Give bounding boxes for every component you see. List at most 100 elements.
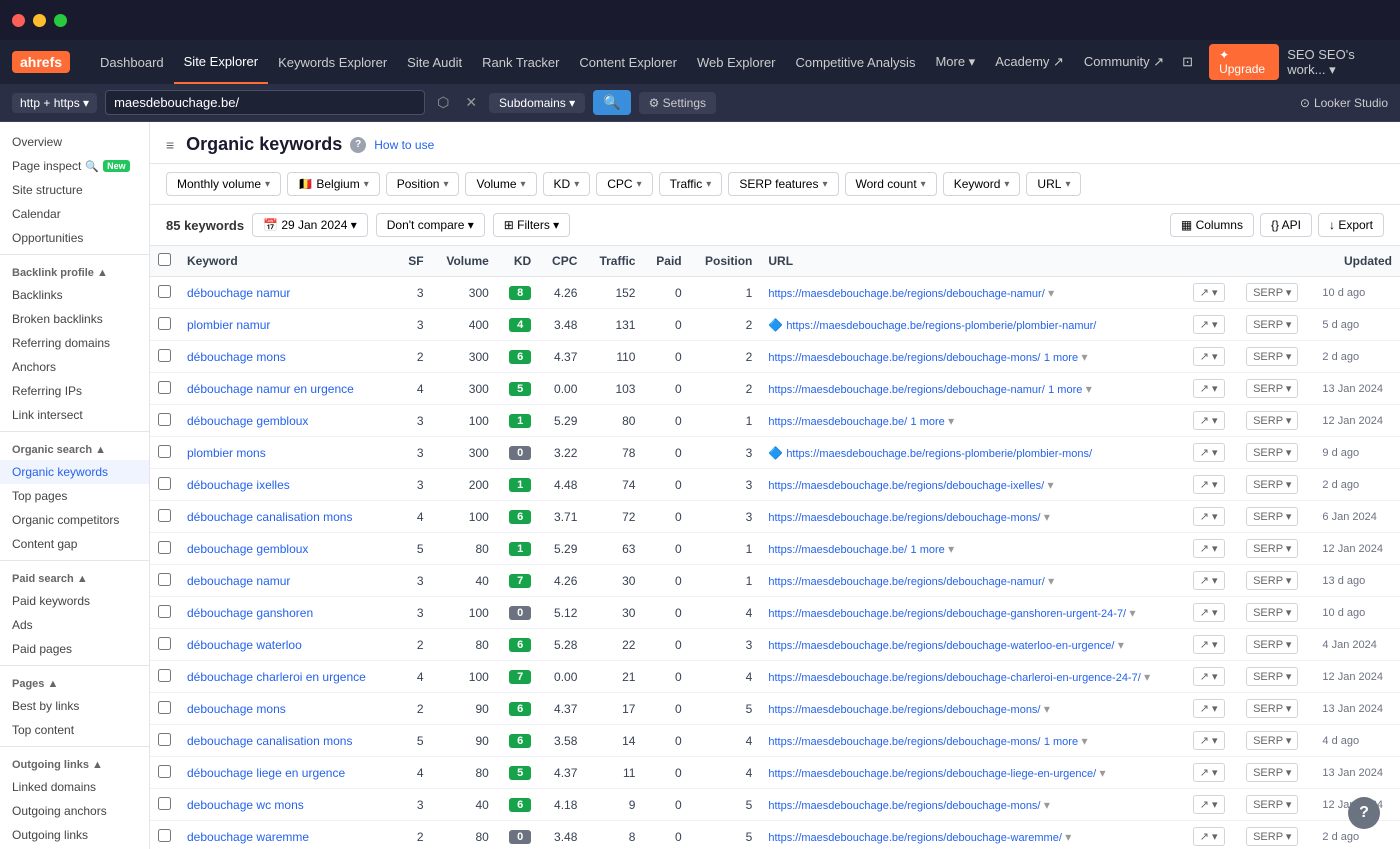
columns-button[interactable]: ▦ Columns <box>1170 213 1254 237</box>
serp-cell[interactable]: SERP ▾ <box>1238 757 1314 789</box>
trend-button[interactable]: ↗ ▾ <box>1193 539 1225 558</box>
row-checkbox[interactable] <box>158 701 171 714</box>
url-dropdown-icon[interactable]: ▾ <box>1048 478 1054 492</box>
row-checkbox-cell[interactable] <box>150 309 179 341</box>
nav-web-explorer[interactable]: Web Explorer <box>687 40 786 84</box>
keyword-cell[interactable]: debouchage namur <box>179 565 397 597</box>
sidebar-item-best-by-links[interactable]: Best by links <box>0 694 149 718</box>
url-dropdown-icon[interactable]: ▾ <box>1144 670 1150 684</box>
keyword-cell[interactable]: débouchage namur <box>179 277 397 309</box>
keyword-cell[interactable]: débouchage namur en urgence <box>179 373 397 405</box>
serp-button[interactable]: SERP ▾ <box>1246 603 1298 622</box>
row-checkbox[interactable] <box>158 541 171 554</box>
serp-cell[interactable]: SERP ▾ <box>1238 469 1314 501</box>
screen-icon[interactable]: ⊡ <box>1174 50 1201 74</box>
url-link[interactable]: https://maesdebouchage.be/regions/debouc… <box>768 672 1140 684</box>
api-button[interactable]: {} API <box>1260 213 1312 237</box>
serp-cell[interactable]: SERP ▾ <box>1238 277 1314 309</box>
serp-cell[interactable]: SERP ▾ <box>1238 661 1314 693</box>
row-checkbox[interactable] <box>158 573 171 586</box>
header-traffic[interactable]: Traffic <box>585 246 643 277</box>
url-link[interactable]: https://maesdebouchage.be/ <box>768 416 907 428</box>
help-icon[interactable]: ? <box>350 137 366 153</box>
row-checkbox-cell[interactable] <box>150 373 179 405</box>
row-checkbox[interactable] <box>158 285 171 298</box>
volume-filter[interactable]: Volume ▾ <box>465 172 536 196</box>
serp-button[interactable]: SERP ▾ <box>1246 539 1298 558</box>
sidebar-item-organic-keywords[interactable]: Organic keywords <box>0 460 149 484</box>
trend-cell[interactable]: ↗ ▾ <box>1185 341 1238 373</box>
menu-icon[interactable]: ≡ <box>166 137 174 153</box>
nav-site-explorer[interactable]: Site Explorer <box>174 40 268 84</box>
sidebar-item-broken-backlinks[interactable]: Broken backlinks <box>0 307 149 331</box>
serp-cell[interactable]: SERP ▾ <box>1238 437 1314 469</box>
header-cpc[interactable]: CPC <box>539 246 585 277</box>
trend-cell[interactable]: ↗ ▾ <box>1185 789 1238 821</box>
maximize-button[interactable] <box>54 14 67 27</box>
serp-button[interactable]: SERP ▾ <box>1246 731 1298 750</box>
keyword-cell[interactable]: plombier mons <box>179 437 397 469</box>
section-paid[interactable]: Paid search ▲ <box>0 565 149 589</box>
sidebar-item-paid-pages[interactable]: Paid pages <box>0 637 149 661</box>
trend-cell[interactable]: ↗ ▾ <box>1185 597 1238 629</box>
section-outgoing[interactable]: Outgoing links ▲ <box>0 751 149 775</box>
trend-cell[interactable]: ↗ ▾ <box>1185 469 1238 501</box>
sidebar-item-link-intersect[interactable]: Link intersect <box>0 403 149 427</box>
keyword-cell[interactable]: debouchage canalisation mons <box>179 725 397 757</box>
word-count-filter[interactable]: Word count ▾ <box>845 172 937 196</box>
row-checkbox-cell[interactable] <box>150 565 179 597</box>
trend-button[interactable]: ↗ ▾ <box>1193 507 1225 526</box>
trend-button[interactable]: ↗ ▾ <box>1193 795 1225 814</box>
nav-community[interactable]: Community ↗ <box>1074 40 1174 84</box>
filters-button[interactable]: ⊞ Filters ▾ <box>493 213 570 237</box>
url-link[interactable]: https://maesdebouchage.be/regions/debouc… <box>768 512 1040 524</box>
sidebar-item-outgoing-anchors[interactable]: Outgoing anchors <box>0 799 149 823</box>
keyword-cell[interactable]: débouchage liege en urgence <box>179 757 397 789</box>
nav-keywords-explorer[interactable]: Keywords Explorer <box>268 40 397 84</box>
serp-button[interactable]: SERP ▾ <box>1246 699 1298 718</box>
nav-rank-tracker[interactable]: Rank Tracker <box>472 40 569 84</box>
url-dropdown-icon[interactable]: ▾ <box>1129 606 1135 620</box>
trend-button[interactable]: ↗ ▾ <box>1193 347 1225 366</box>
upgrade-button[interactable]: ✦ Upgrade <box>1209 44 1279 80</box>
trend-button[interactable]: ↗ ▾ <box>1193 763 1225 782</box>
keyword-cell[interactable]: débouchage ixelles <box>179 469 397 501</box>
keyword-cell[interactable]: debouchage wc mons <box>179 789 397 821</box>
trend-cell[interactable]: ↗ ▾ <box>1185 821 1238 849</box>
more-links[interactable]: 1 more <box>911 544 945 556</box>
serp-button[interactable]: SERP ▾ <box>1246 827 1298 846</box>
sidebar-item-content-gap[interactable]: Content gap <box>0 532 149 556</box>
row-checkbox[interactable] <box>158 797 171 810</box>
section-organic[interactable]: Organic search ▲ <box>0 436 149 460</box>
row-checkbox[interactable] <box>158 317 171 330</box>
protocol-select[interactable]: http + https ▾ <box>12 93 97 113</box>
url-dropdown-icon[interactable]: ▾ <box>1081 734 1087 748</box>
row-checkbox-cell[interactable] <box>150 597 179 629</box>
url-link[interactable]: https://maesdebouchage.be/regions/debouc… <box>768 480 1044 492</box>
url-filter[interactable]: URL ▾ <box>1026 172 1081 196</box>
keyword-cell[interactable]: débouchage canalisation mons <box>179 501 397 533</box>
sidebar-item-paid-keywords[interactable]: Paid keywords <box>0 589 149 613</box>
url-dropdown-icon[interactable]: ▾ <box>1065 830 1071 844</box>
url-link[interactable]: https://maesdebouchage.be/regions-plombe… <box>786 320 1096 332</box>
row-checkbox-cell[interactable] <box>150 533 179 565</box>
more-links[interactable]: 1 more <box>1044 352 1078 364</box>
sidebar-item-top-content[interactable]: Top content <box>0 718 149 742</box>
trend-button[interactable]: ↗ ▾ <box>1193 283 1225 302</box>
header-checkbox[interactable] <box>150 246 179 277</box>
keyword-cell[interactable]: débouchage mons <box>179 341 397 373</box>
url-link[interactable]: https://maesdebouchage.be/regions/debouc… <box>768 288 1044 300</box>
row-checkbox-cell[interactable] <box>150 725 179 757</box>
nav-site-audit[interactable]: Site Audit <box>397 40 472 84</box>
row-checkbox[interactable] <box>158 413 171 426</box>
serp-button[interactable]: SERP ▾ <box>1246 347 1298 366</box>
serp-cell[interactable]: SERP ▾ <box>1238 533 1314 565</box>
keyword-cell[interactable]: plombier namur <box>179 309 397 341</box>
serp-button[interactable]: SERP ▾ <box>1246 667 1298 686</box>
url-dropdown-icon[interactable]: ▾ <box>1044 798 1050 812</box>
trend-button[interactable]: ↗ ▾ <box>1193 699 1225 718</box>
row-checkbox[interactable] <box>158 829 171 842</box>
trend-cell[interactable]: ↗ ▾ <box>1185 725 1238 757</box>
url-dropdown-icon[interactable]: ▾ <box>948 414 954 428</box>
url-link[interactable]: https://maesdebouchage.be/regions/debouc… <box>768 704 1040 716</box>
